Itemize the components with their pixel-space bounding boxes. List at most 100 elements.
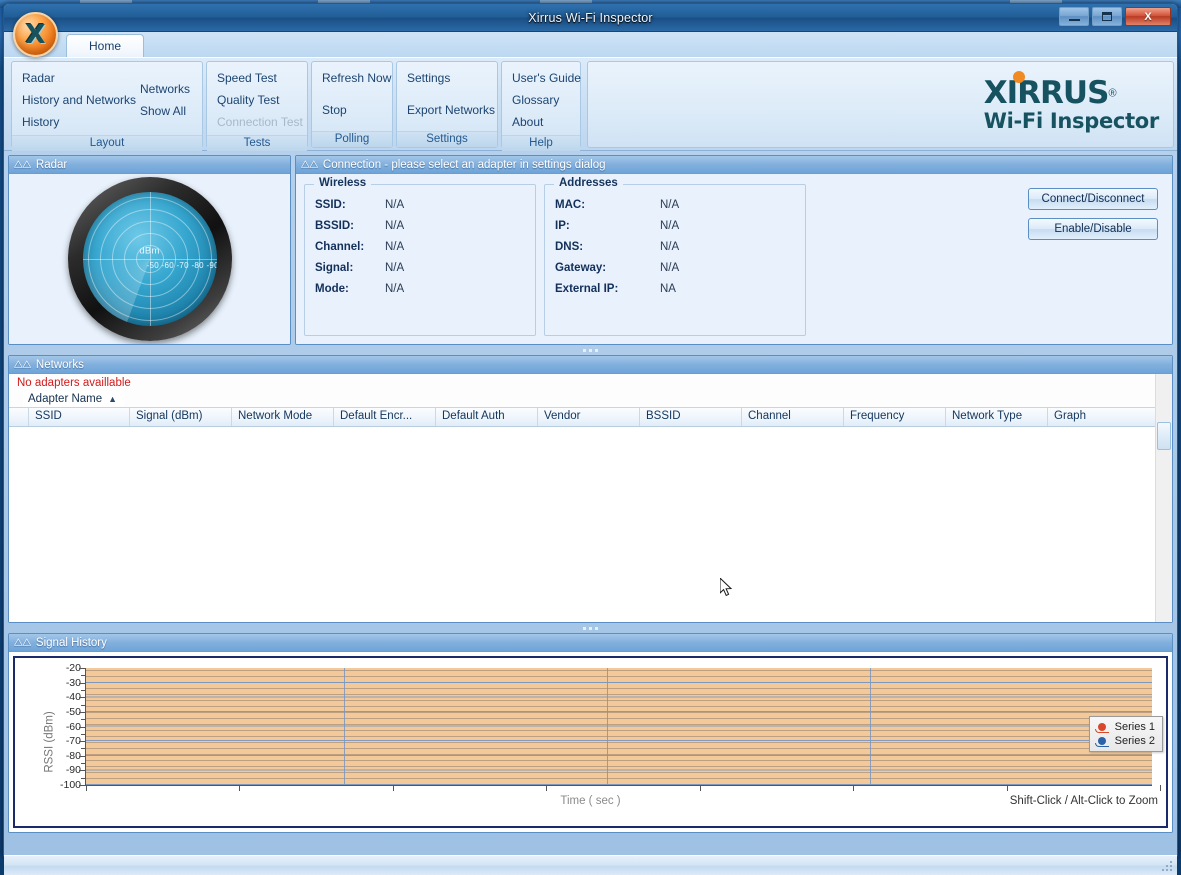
chart-y-tick-mark-minor [81,705,86,706]
column-header-signal[interactable]: Signal (dBm) [130,408,232,426]
connection-panel-header: △△ Connection - please select an adapter… [296,156,1172,174]
chart-y-tick-mark [79,683,86,684]
splitter-grip-icon [583,349,598,352]
column-header-network-type[interactable]: Network Type [946,408,1048,426]
column-header-default-encryption[interactable]: Default Encr... [334,408,436,426]
ribbon-item-quality-test[interactable]: Quality Test [213,89,309,111]
ribbon-item-users-guide[interactable]: User's Guide [508,67,587,89]
radar-display[interactable]: dBm -50 -60 -70 -80 -90 -100 [83,192,217,326]
chart-legend[interactable]: Series 1 Series 2 [1089,716,1163,752]
field-ip-label: IP: [555,220,660,232]
ribbon-item-history-and-networks[interactable]: History and Networks [18,89,142,111]
polling-column-1: Refresh Now Stop [318,67,397,129]
column-header-graph[interactable]: Graph [1048,408,1150,426]
scrollbar-thumb[interactable] [1157,422,1171,450]
field-dns-label: DNS: [555,241,660,253]
field-dns-value: N/A [660,241,679,253]
title-bar[interactable]: Xirrus Wi-Fi Inspector X [4,4,1177,32]
maximize-button[interactable] [1092,7,1122,26]
column-header-frequency[interactable]: Frequency [844,408,946,426]
legend-item-series-2[interactable]: Series 2 [1095,735,1155,747]
chart-y-tick-mark-minor [81,778,86,779]
chart-x-tick-mark [1007,785,1008,791]
column-header-select[interactable] [9,408,29,426]
legend-label-series-2: Series 2 [1115,735,1155,747]
chart-y-tick-mark-minor [81,763,86,764]
chart-y-tick-mark [79,668,86,669]
splitter-top[interactable] [8,345,1173,355]
chart-y-tick-label: -100 [60,779,81,791]
collapse-chevron-icon[interactable]: △△ [14,160,31,169]
signal-history-panel: △△ Signal History RSSI (dBm) -20-30-4 [8,633,1173,833]
chart-y-tick-mark-minor [81,748,86,749]
networks-toolbar: No adapters availlable Adapter Name ▲ [9,374,1172,407]
chart-vertical-gridlines [86,668,1078,785]
field-external-ip-value: NA [660,283,676,295]
brand-dot-icon [1013,71,1025,83]
column-header-channel[interactable]: Channel [742,408,844,426]
column-header-ssid[interactable]: SSID [29,408,130,426]
column-header-default-auth[interactable]: Default Auth [436,408,538,426]
field-mode-label: Mode: [315,283,385,295]
ribbon-item-settings[interactable]: Settings [403,67,501,89]
status-bar [4,855,1177,875]
ribbon-group-help-items: User's Guide Glossary About [502,62,580,135]
chart-plot-area[interactable] [86,668,1078,785]
ribbon-item-show-all[interactable]: Show All [136,100,196,122]
networks-table-header: SSID Signal (dBm) Network Mode Default E… [9,407,1172,427]
chart-y-tick-mark-minor [81,690,86,691]
chart-zoom-hint: Shift-Click / Alt-Click to Zoom [1010,795,1158,807]
ribbon-tab-strip: X Home [4,32,1177,57]
column-header-bssid[interactable]: BSSID [640,408,742,426]
connection-actions: Connect/Disconnect Enable/Disable [814,184,1164,336]
minimize-button[interactable] [1059,7,1089,26]
ribbon-item-glossary[interactable]: Glossary [508,89,587,111]
collapse-chevron-icon[interactable]: △△ [14,638,31,647]
collapse-chevron-icon[interactable]: △△ [301,160,318,169]
chart-y-tick-mark-minor [81,675,86,676]
connect-disconnect-button[interactable]: Connect/Disconnect [1028,188,1158,210]
top-row: △△ Radar dBm [8,155,1173,345]
adapter-name-selector[interactable]: Adapter Name ▲ [23,391,124,407]
splitter-bottom[interactable] [8,623,1173,633]
app-orb-button[interactable]: X [13,12,58,57]
ribbon-group-help: User's Guide Glossary About Help [501,61,581,148]
tab-home[interactable]: Home [66,34,144,58]
enable-disable-button[interactable]: Enable/Disable [1028,218,1158,240]
resize-grip-icon[interactable] [1161,861,1173,873]
ribbon-item-export-networks[interactable]: Export Networks [403,99,501,121]
radar-bezel: dBm -50 -60 -70 -80 -90 -100 [68,177,232,341]
signal-history-chart[interactable]: RSSI (dBm) -20-30-40-50-60-70-80-90-100 [13,656,1168,828]
ribbon-item-speed-test[interactable]: Speed Test [213,67,309,89]
field-dns: DNS: N/A [555,241,795,253]
main-content: △△ Radar dBm [4,151,1177,855]
field-mac: MAC: N/A [555,199,795,211]
close-button[interactable]: X [1125,7,1171,26]
ribbon-item-about[interactable]: About [508,111,587,133]
chart-y-tick-mark [79,712,86,713]
field-mode-value: N/A [385,283,404,295]
field-mode: Mode: N/A [315,283,525,295]
window-title: Xirrus Wi-Fi Inspector [528,11,653,25]
ribbon-item-refresh-now[interactable]: Refresh Now [318,67,397,89]
chart-vertical-gridline [607,668,608,785]
chart-x-axis [85,785,1152,786]
chart-y-tick-mark [79,697,86,698]
column-header-network-mode[interactable]: Network Mode [232,408,334,426]
legend-item-series-1[interactable]: Series 1 [1095,721,1155,733]
addresses-fieldset: Addresses MAC: N/A IP: N/A DNS: N/A [544,184,806,336]
ribbon-item-stop[interactable]: Stop [318,99,397,121]
networks-table: SSID Signal (dBm) Network Mode Default E… [9,407,1172,622]
xirrus-brand-logo: XIRRUS ® Wi-Fi Inspector [984,78,1159,132]
ribbon-item-radar[interactable]: Radar [18,67,142,89]
collapse-chevron-icon[interactable]: △△ [14,360,31,369]
networks-vertical-scrollbar[interactable] [1155,374,1172,622]
ribbon-group-label-help: Help [502,135,580,151]
ribbon-item-networks[interactable]: Networks [136,78,196,100]
ribbon-item-history[interactable]: History [18,111,142,133]
column-header-vendor[interactable]: Vendor [538,408,640,426]
chart-x-tick-mark [86,785,87,791]
chart-y-tick-mark [79,756,86,757]
addresses-legend: Addresses [554,177,623,189]
ribbon-group-tests-items: Speed Test Quality Test Connection Test [207,62,307,135]
